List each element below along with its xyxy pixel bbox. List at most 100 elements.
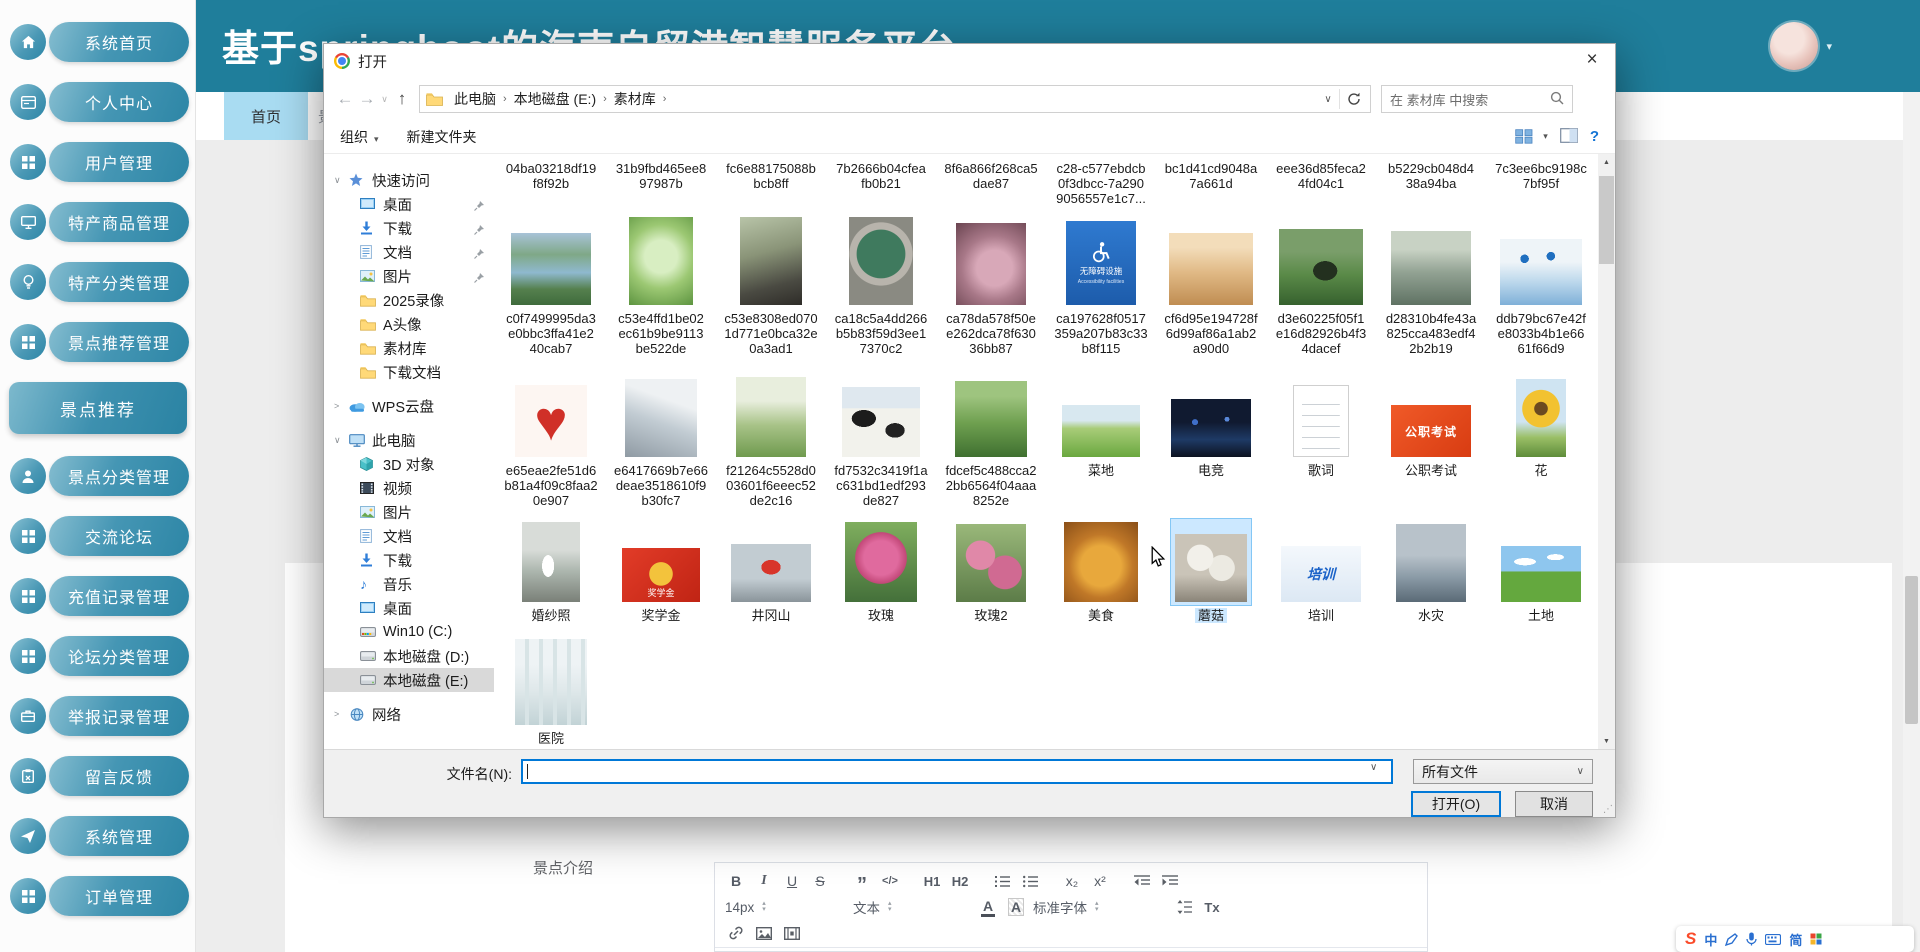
file-thumbnail-area[interactable] — [1512, 378, 1570, 460]
sidebar-item-label[interactable]: 系统首页 — [49, 22, 189, 62]
breadcrumb-segment[interactable]: 素材库 — [607, 89, 663, 109]
tree-item[interactable]: 图片 — [324, 500, 494, 524]
insert-image-button[interactable] — [753, 922, 775, 944]
file-item[interactable]: 井冈山 — [716, 519, 826, 623]
tree-item[interactable]: 本地磁盘 (D:) — [324, 644, 494, 668]
cancel-button[interactable]: 取消 — [1515, 791, 1593, 817]
sidebar-item-label[interactable]: 特产分类管理 — [49, 262, 189, 302]
line-height-button[interactable] — [1173, 896, 1195, 918]
sidebar-item-label[interactable]: 订单管理 — [49, 876, 189, 916]
filetype-select[interactable]: 所有文件 ∨ — [1413, 759, 1593, 784]
tree-item[interactable]: >网络 — [324, 702, 494, 726]
tree-item[interactable]: 桌面 — [324, 596, 494, 620]
file-thumbnail-area[interactable] — [1058, 378, 1144, 460]
ordered-list-button[interactable] — [991, 870, 1013, 892]
clear-format-button[interactable]: Tx — [1201, 896, 1223, 918]
file-thumbnail-area[interactable] — [952, 519, 1030, 605]
code-view-button[interactable]: </> — [879, 870, 901, 892]
file-item[interactable]: c28-c577ebdcb0f3dbcc-7a2909056557e1c7... — [1046, 158, 1156, 206]
tree-item[interactable]: 文档 — [324, 240, 494, 264]
file-item[interactable]: c53e4ffd1be02ec61b9be9113be522de — [606, 216, 716, 356]
file-item[interactable]: 土地 — [1486, 519, 1596, 623]
file-item[interactable]: fdcef5c488cca22bb6564f04aaa8252e — [936, 378, 1046, 508]
file-item[interactable]: 花 — [1486, 378, 1596, 508]
file-item[interactable]: 玫瑰 — [826, 519, 936, 623]
search-input[interactable]: 在 素材库 中搜索 — [1381, 85, 1573, 113]
pen-icon[interactable] — [1725, 933, 1738, 946]
avatar[interactable] — [1770, 22, 1818, 70]
indent-button[interactable] — [1159, 870, 1181, 892]
file-item[interactable]: 美食 — [1046, 519, 1156, 623]
file-item[interactable]: 玫瑰2 — [936, 519, 1046, 623]
tree-item[interactable]: ∨此电脑 — [324, 428, 494, 452]
file-item[interactable]: 奖学金奖学金 — [606, 519, 716, 623]
sidebar-item[interactable]: 用户管理 — [0, 142, 195, 182]
file-item[interactable]: 水灾 — [1376, 519, 1486, 623]
page-scrollbar-thumb[interactable] — [1905, 576, 1918, 724]
file-item[interactable]: 婚纱照 — [496, 519, 606, 623]
sidebar-item[interactable]: 充值记录管理 — [0, 576, 195, 616]
breadcrumb-segment[interactable]: 本地磁盘 (E:) — [507, 89, 603, 109]
sidebar-item[interactable]: 系统首页 — [0, 22, 195, 62]
recent-locations-icon[interactable]: ∨ — [378, 94, 391, 105]
sidebar-item[interactable]: 留言反馈 — [0, 756, 195, 796]
tree-item[interactable]: 下载 — [324, 548, 494, 572]
mic-icon[interactable] — [1746, 932, 1757, 946]
font-color-button[interactable]: A — [977, 896, 999, 918]
sidebar-item-label[interactable]: 充值记录管理 — [49, 576, 189, 616]
file-item[interactable]: 7b2666b04cfeafb0b21 — [826, 158, 936, 206]
tree-item[interactable]: 视频 — [324, 476, 494, 500]
file-thumbnail-area[interactable] — [732, 378, 810, 460]
expander-icon[interactable]: ∨ — [334, 175, 349, 186]
simplified-chinese-toggle[interactable]: 简 — [1789, 930, 1802, 949]
font-size-select[interactable]: 14px▴▾ — [725, 896, 833, 918]
sidebar-item-label[interactable]: 论坛分类管理 — [49, 636, 189, 676]
file-item[interactable]: 培训培训 — [1266, 519, 1376, 623]
file-thumbnail-area[interactable] — [1387, 216, 1475, 308]
file-thumbnail-area[interactable] — [952, 216, 1030, 308]
ime-language-toggle[interactable]: 中 — [1704, 930, 1717, 949]
tree-item[interactable]: 下载 — [324, 216, 494, 240]
sidebar-item[interactable]: 举报记录管理 — [0, 696, 195, 736]
sidebar-item[interactable]: 特产分类管理 — [0, 262, 195, 302]
file-thumbnail-area[interactable] — [727, 519, 815, 605]
file-thumbnail-area[interactable] — [841, 519, 921, 605]
italic-button[interactable]: I — [753, 870, 775, 892]
file-item[interactable]: e65eae2fe51d6b81a4f09c8faa20e907 — [496, 378, 606, 508]
tree-item[interactable]: 2025录像 — [324, 288, 494, 312]
sidebar-item-label[interactable]: 景点推荐管理 — [49, 322, 189, 362]
font-family-select[interactable]: 标准字体▴▾ — [1033, 896, 1153, 918]
open-button[interactable]: 打开(O) — [1411, 791, 1501, 817]
sidebar-item[interactable]: 特产商品管理 — [0, 202, 195, 242]
heading-2-button[interactable]: H2 — [949, 870, 971, 892]
file-item[interactable]: d3e60225f05f1e16d82926b4f34dacef — [1266, 216, 1376, 356]
address-bar[interactable]: 此电脑›本地磁盘 (E:)›素材库› ∨ — [419, 85, 1371, 113]
preview-pane-button[interactable] — [1560, 128, 1578, 146]
file-item[interactable]: 31b9fbd465ee897987b — [606, 158, 716, 206]
sidebar-item-label[interactable]: 用户管理 — [49, 142, 189, 182]
tab-首页[interactable]: 首页 — [224, 92, 308, 140]
chevron-down-icon[interactable]: ▾ — [1826, 40, 1832, 53]
sidebar-item-label[interactable]: 景点分类管理 — [49, 456, 189, 496]
underline-button[interactable]: U — [781, 870, 803, 892]
user-menu[interactable]: ▾ — [1770, 22, 1832, 70]
expander-icon[interactable]: ∨ — [334, 435, 349, 446]
file-thumbnail-area[interactable] — [1171, 519, 1251, 605]
scroll-up-icon[interactable]: ▲ — [1598, 154, 1615, 170]
up-icon[interactable]: ↑ — [391, 89, 413, 109]
file-item[interactable]: ca18c5a4dd266b5b83f59d3ee17370c2 — [826, 216, 936, 356]
sidebar-item[interactable]: 景点推荐管理 — [0, 322, 195, 362]
file-item[interactable]: cf6d95e194728f6d99af86a1ab2a90d0 — [1156, 216, 1266, 356]
file-item[interactable]: 7c3ee6bc9198c7bf95f — [1486, 158, 1596, 206]
dialog-scrollbar[interactable]: ▲ ▼ — [1598, 154, 1615, 749]
file-item[interactable]: 04ba03218df19f8f92b — [496, 158, 606, 206]
file-thumbnail-area[interactable]: 奖学金 — [618, 519, 704, 605]
thumbnail-view-button[interactable]: ▾ — [1515, 129, 1548, 144]
page-scrollbar[interactable] — [1903, 92, 1920, 952]
help-icon[interactable]: ? — [1590, 128, 1599, 145]
file-item[interactable]: 菜地 — [1046, 378, 1156, 508]
tree-item[interactable]: >WPS云盘 — [324, 394, 494, 418]
sidebar-item[interactable]: 交流论坛 — [0, 516, 195, 556]
file-item[interactable]: fc6e88175088bbcb8ff — [716, 158, 826, 206]
file-item[interactable]: 电竞 — [1156, 378, 1266, 508]
